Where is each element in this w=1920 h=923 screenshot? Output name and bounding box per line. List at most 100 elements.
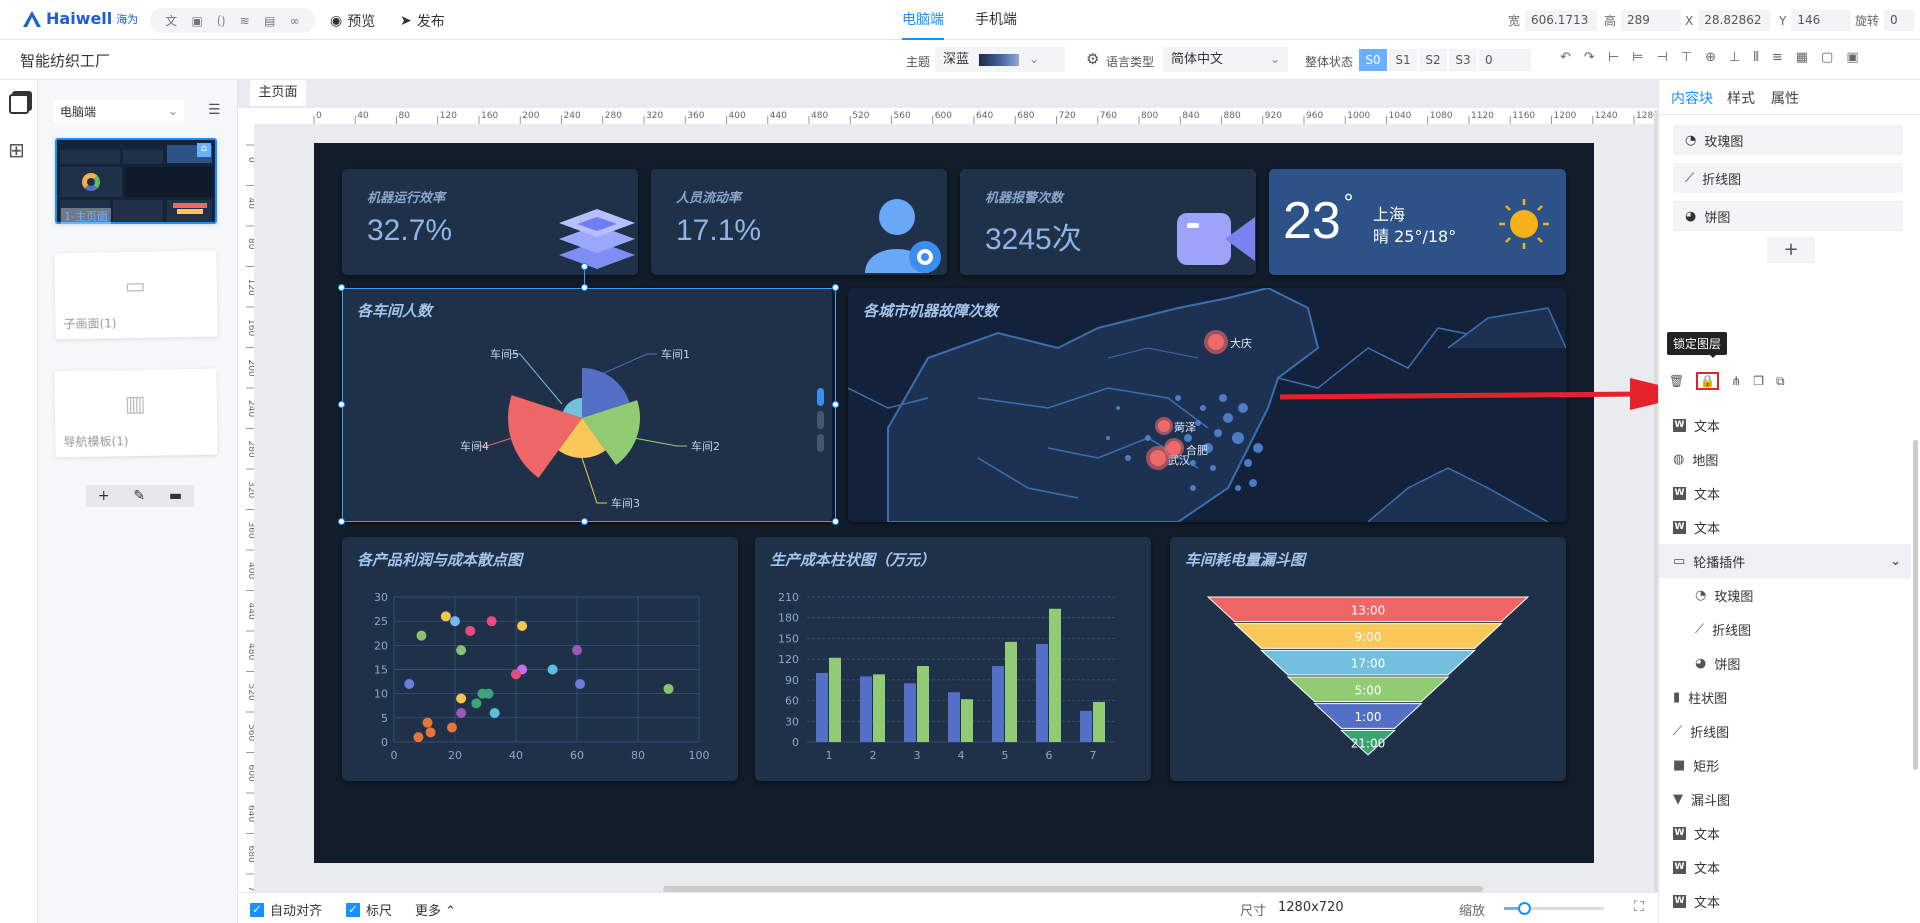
group-icon[interactable]: ▢ bbox=[1821, 50, 1833, 65]
auto-align-toggle[interactable]: ✓ 自动对齐 bbox=[250, 900, 322, 919]
lock-icon[interactable]: 🔒 bbox=[1696, 372, 1720, 390]
state-s2[interactable]: S2 bbox=[1419, 49, 1447, 71]
tab-mobile[interactable]: 手机端 bbox=[975, 0, 1017, 40]
paste-icon[interactable]: ⧉ bbox=[1776, 374, 1785, 389]
scatter-chart[interactable]: 0 5 10 15 20 25 30 0 20 40 60 80 100 bbox=[342, 537, 738, 781]
dashboard-canvas[interactable]: 机器运行效率 32.7% 人员流动率 17.1% 机器报警次数 3245次 23… bbox=[314, 143, 1594, 863]
zoom-thumb[interactable] bbox=[1518, 902, 1531, 915]
layer-item[interactable]: ▮ 柱状图 bbox=[1659, 680, 1911, 714]
align-center-icon[interactable]: ⊨ bbox=[1632, 50, 1643, 65]
layer-item[interactable]: W 文本 bbox=[1659, 476, 1911, 510]
align-top-icon[interactable]: ⊤ bbox=[1681, 50, 1692, 65]
tab-desktop[interactable]: 电脑端 bbox=[902, 0, 944, 40]
device-select[interactable]: 电脑端 ⌄ bbox=[54, 100, 184, 122]
pages-icon[interactable] bbox=[9, 94, 29, 114]
layer-item[interactable]: ◍ 地图 bbox=[1659, 442, 1911, 476]
funnel-chart-card[interactable]: 车间耗电量漏斗图 13:00 9:00 17:00 5:00 1:00 21:00 bbox=[1170, 537, 1566, 781]
list-icon[interactable]: ☰ bbox=[208, 102, 221, 118]
weather-card[interactable]: 23 ° 上海 晴 25°/18° bbox=[1269, 169, 1566, 275]
hierarchy-icon[interactable]: ⋔ bbox=[1731, 374, 1741, 388]
layer-item[interactable]: ⟋ 折线图 bbox=[1659, 612, 1911, 646]
funnel-chart[interactable]: 13:00 9:00 17:00 5:00 1:00 21:00 bbox=[1170, 537, 1566, 781]
folder-icon[interactable]: ▬ bbox=[169, 488, 182, 504]
kpi-card-efficiency[interactable]: 机器运行效率 32.7% bbox=[342, 169, 638, 275]
ruler-toggle[interactable]: ✓ 标尺 bbox=[346, 900, 392, 919]
resize-handle[interactable] bbox=[338, 401, 345, 408]
theme-select[interactable]: 深蓝 ⌄ bbox=[935, 47, 1065, 72]
bar-chart[interactable]: 0 30 60 90 120 150 180 210 1 2 3 4 5 6 7 bbox=[755, 537, 1151, 781]
resize-handle[interactable] bbox=[581, 284, 588, 291]
layer-item[interactable]: W 文本 bbox=[1659, 816, 1911, 850]
tab-props[interactable]: 属性 bbox=[1771, 88, 1799, 108]
height-field[interactable]: 高 289 bbox=[1604, 10, 1682, 31]
resize-handle[interactable] bbox=[581, 518, 588, 525]
trash-icon[interactable]: 🗑 bbox=[1669, 374, 1684, 388]
layer-item[interactable]: ◔ 玫瑰图 bbox=[1659, 578, 1911, 612]
grid-icon[interactable]: ▦ bbox=[1796, 50, 1808, 65]
components-icon[interactable]: ⊞ bbox=[8, 138, 25, 162]
distribute-v-icon[interactable]: ≡ bbox=[1772, 50, 1783, 65]
layer-item[interactable]: ▭ 轮播插件 ⌄ bbox=[1659, 544, 1911, 578]
fit-screen-icon[interactable]: ⛶ bbox=[1634, 899, 1644, 915]
resize-handle[interactable] bbox=[338, 518, 345, 525]
state-s0[interactable]: S0 bbox=[1359, 49, 1387, 71]
gear-icon[interactable]: ⚙ bbox=[1086, 50, 1099, 68]
layer-item[interactable]: W 文本 bbox=[1659, 884, 1911, 918]
state-value[interactable]: 0 bbox=[1479, 49, 1531, 71]
layer-item[interactable]: ◕ 饼图 bbox=[1659, 646, 1911, 680]
layer-item[interactable]: W 文本 bbox=[1659, 510, 1911, 544]
state-s3[interactable]: S3 bbox=[1449, 49, 1477, 71]
align-middle-icon[interactable]: ⊕ bbox=[1705, 50, 1716, 65]
block-pie[interactable]: ◕ 饼图 bbox=[1673, 201, 1903, 231]
more-button[interactable]: 更多 ⌃ bbox=[415, 900, 456, 919]
layer-item[interactable]: ⟋ 折线图 bbox=[1659, 714, 1911, 748]
resize-handle[interactable] bbox=[338, 284, 345, 291]
lang-select[interactable]: 简体中文 ⌄ bbox=[1163, 47, 1288, 72]
x-field[interactable]: X 28.82862 bbox=[1685, 10, 1771, 31]
resize-handle[interactable] bbox=[832, 401, 839, 408]
rotate-field[interactable]: 旋转 0 bbox=[1855, 10, 1915, 31]
add-icon[interactable]: + bbox=[98, 488, 110, 504]
layer-item[interactable]: W 文本 bbox=[1659, 850, 1911, 884]
page-thumb-sub[interactable]: ▭ 子画面(1) bbox=[54, 250, 218, 340]
copy-icon[interactable]: ❐ bbox=[1753, 374, 1764, 388]
rose-chart[interactable]: 车间1 车间2 车间3 车间4 车间5 bbox=[342, 288, 832, 522]
ungroup-icon[interactable]: ▣ bbox=[1846, 50, 1858, 65]
kpi-card-turnover[interactable]: 人员流动率 17.1% bbox=[651, 169, 947, 275]
tab-blocks[interactable]: 内容块 bbox=[1671, 88, 1713, 108]
block-rose[interactable]: ◔ 玫瑰图 bbox=[1673, 125, 1903, 155]
edit-icon[interactable]: ✎ bbox=[133, 488, 145, 504]
chevron-down-icon[interactable]: ⌄ bbox=[1890, 554, 1901, 569]
width-field[interactable]: 宽 606.1713 bbox=[1508, 10, 1598, 31]
redo-icon[interactable]: ↷ bbox=[1584, 50, 1595, 65]
rose-chart-card[interactable]: 各车间人数 车间1 车间2 车间3 车间4 车间5 bbox=[342, 288, 832, 522]
layer-item[interactable]: ■ 矩形 bbox=[1659, 748, 1911, 782]
layer-scrollbar[interactable] bbox=[1913, 440, 1918, 770]
checkbox-icon[interactable]: ✓ bbox=[346, 902, 360, 917]
y-field[interactable]: Y 146 bbox=[1779, 10, 1852, 31]
resize-handle[interactable] bbox=[832, 518, 839, 525]
undo-icon[interactable]: ↶ bbox=[1560, 50, 1571, 65]
doc-icon[interactable]: ▤ bbox=[264, 14, 275, 28]
kpi-card-alarms[interactable]: 机器报警次数 3245次 bbox=[960, 169, 1256, 275]
carousel-dot[interactable] bbox=[817, 434, 824, 452]
scatter-chart-card[interactable]: 各产品利润与成本散点图 0 5 10 15 20 25 30 0 20 40 60 80 100 bbox=[342, 537, 738, 781]
image-icon[interactable]: ▣ bbox=[192, 14, 203, 28]
bar-chart-card[interactable]: 生产成本柱状图（万元） 0 30 60 90 120 150 180 210 1 2 3 4 5 6 7 bbox=[755, 537, 1151, 781]
block-line[interactable]: ⟋ 折线图 bbox=[1673, 163, 1903, 193]
checkbox-icon[interactable]: ✓ bbox=[250, 902, 264, 917]
link-icon[interactable]: ∞ bbox=[290, 14, 300, 28]
align-bottom-icon[interactable]: ⊥ bbox=[1729, 50, 1740, 65]
bracket-icon[interactable]: ⟮⟯ bbox=[217, 13, 225, 28]
rotate-handle[interactable] bbox=[581, 263, 588, 270]
layers-icon[interactable]: ≋ bbox=[240, 14, 250, 28]
add-block-button[interactable]: + bbox=[1767, 237, 1815, 263]
tab-style[interactable]: 样式 bbox=[1727, 88, 1755, 108]
carousel-dot-active[interactable] bbox=[817, 388, 824, 406]
translate-icon[interactable]: 文 bbox=[165, 12, 177, 29]
align-left-icon[interactable]: ⊢ bbox=[1608, 50, 1619, 65]
state-s1[interactable]: S1 bbox=[1389, 49, 1417, 71]
carousel-dot[interactable] bbox=[817, 411, 824, 429]
zoom-slider[interactable] bbox=[1504, 902, 1604, 915]
layer-item[interactable]: ▼ 漏斗图 bbox=[1659, 782, 1911, 816]
